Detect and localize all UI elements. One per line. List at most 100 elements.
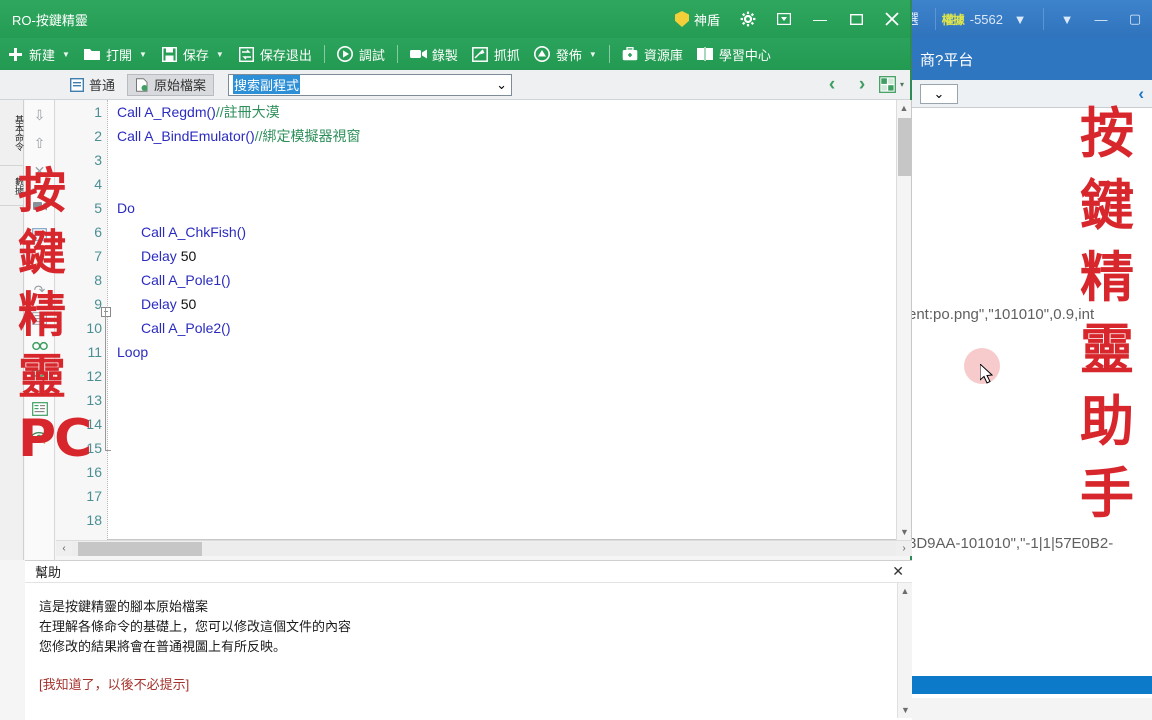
preview-icon[interactable] (29, 426, 51, 448)
scroll-right-icon[interactable]: › (896, 543, 912, 554)
code-line[interactable]: Delay 50 (109, 292, 895, 316)
code-line[interactable] (109, 484, 895, 508)
debug-button[interactable]: 調試 (330, 38, 392, 70)
line-number: 16 (86, 464, 102, 480)
horizontal-scroll-track[interactable] (72, 541, 896, 556)
scroll-left-icon[interactable]: ‹ (56, 543, 72, 554)
sidebar-tab-basic-commands[interactable]: 基本命令 (0, 100, 24, 166)
left-vertical-tabs: 基本命令 數據 (0, 100, 24, 560)
code-line[interactable]: Call A_Pole1() (109, 268, 895, 292)
note-icon[interactable] (29, 223, 51, 245)
code-line[interactable]: Call A_Regdm()//註冊大漠 (109, 100, 895, 124)
tab-normal-label: 普通 (89, 78, 116, 93)
record-button[interactable]: 錄製 (403, 38, 465, 70)
redo-icon[interactable]: ↷ (29, 279, 51, 301)
line-number: 17 (86, 488, 102, 504)
find-replace-icon[interactable] (29, 363, 51, 385)
code-line[interactable]: Call A_BindEmulator()//綁定模擬器視窗 (109, 124, 895, 148)
code-line[interactable]: Delay 50 (109, 244, 895, 268)
book-icon (697, 46, 714, 63)
code-line[interactable] (109, 148, 895, 172)
editor-vertical-scrollbar[interactable]: ▲ ▼ (896, 100, 911, 540)
scroll-down-icon[interactable]: ▼ (898, 702, 913, 718)
watermark-char: 鍵 (1080, 174, 1134, 237)
horizontal-scroll-thumb[interactable] (78, 541, 202, 556)
watermark-char: 按 (1080, 102, 1134, 165)
editor-horizontal-scrollbar[interactable]: ‹ › (56, 540, 912, 556)
nav-next-button[interactable]: › (849, 74, 875, 96)
code-line[interactable]: Call A_Pole2() (109, 316, 895, 340)
shield-button[interactable]: 神盾 (665, 10, 730, 29)
scroll-up-icon[interactable]: ▲ (898, 583, 912, 599)
open-button[interactable]: 打開 ▼ (77, 38, 154, 70)
publish-button[interactable]: 發佈 ▼ (527, 38, 604, 70)
code-editor[interactable]: 123456789101112131415161718 − Call A_Reg… (56, 100, 912, 540)
tab-normal-view[interactable]: 普通 (62, 74, 123, 96)
line-number: 3 (94, 152, 102, 168)
background-minimize-button[interactable]: — (1084, 0, 1118, 38)
chevron-down-icon[interactable]: ▼ (214, 50, 224, 59)
background-dropdown-icon[interactable]: ▼ (1003, 0, 1037, 38)
save-exit-button[interactable]: 保存退出 (231, 38, 319, 70)
background-combo[interactable]: ⌄ (920, 83, 958, 104)
delete-icon[interactable]: ✕ (29, 160, 51, 182)
capture-button[interactable]: 抓抓 (465, 38, 527, 70)
record-icon[interactable] (29, 195, 51, 217)
background-maximize-button[interactable]: ▢ (1118, 0, 1152, 38)
line-number: 15 (86, 440, 102, 456)
code-line[interactable] (109, 364, 895, 388)
line-number: 8 (94, 272, 102, 288)
properties-icon[interactable] (29, 398, 51, 420)
nav-prev-button[interactable]: ‹ (819, 74, 845, 96)
chevron-down-icon[interactable]: ▼ (137, 50, 147, 59)
chevron-down-icon[interactable]: ▾ (898, 80, 904, 89)
save-button[interactable]: 保存 ▼ (154, 38, 231, 70)
list-icon[interactable] (29, 307, 51, 329)
move-up-icon[interactable]: ⇧ (29, 132, 51, 154)
tab-source-file[interactable]: 原始檔案 (127, 73, 215, 96)
chevron-left-icon[interactable]: ‹ (1138, 84, 1144, 104)
move-down-icon[interactable]: ⇩ (29, 104, 51, 126)
help-vertical-scrollbar[interactable]: ▲ ▼ (897, 583, 912, 718)
scroll-down-icon[interactable]: ▼ (897, 524, 912, 540)
code-line[interactable] (109, 412, 895, 436)
editor-icon-toolbar: ⇩ ⇧ ✕ ↷ (25, 100, 55, 560)
settings-button[interactable] (730, 0, 766, 38)
code-line[interactable]: Loop (109, 340, 895, 364)
layout-grid-button[interactable]: ▾ (879, 76, 904, 93)
record-label: 錄製 (431, 47, 458, 63)
normal-view-icon (69, 77, 85, 92)
find-icon[interactable] (29, 335, 51, 357)
sidebar-tab-data[interactable]: 數據 (0, 166, 24, 206)
learning-center-button[interactable]: 學習中心 (690, 38, 778, 70)
chevron-down-icon[interactable]: ▼ (60, 50, 70, 59)
new-button[interactable]: 新建 ▼ (0, 38, 77, 70)
minimize-to-tray-button[interactable] (766, 0, 802, 38)
editor-topbar: 普通 原始檔案 搜索副程式 ⌄ ‹ › ▾ (0, 70, 910, 100)
scroll-up-icon[interactable]: ▲ (897, 100, 911, 116)
chevron-down-icon[interactable]: ▼ (587, 50, 597, 59)
code-line[interactable] (109, 460, 895, 484)
resource-library-button[interactable]: 資源庫 (615, 38, 690, 70)
code-line[interactable] (109, 508, 895, 532)
close-button[interactable] (874, 0, 910, 38)
procedure-search-combo[interactable]: 搜索副程式 ⌄ (228, 73, 513, 96)
chevron-down-icon[interactable]: ⌄ (496, 77, 507, 93)
main-toolbar: 新建 ▼ 打開 ▼ 保存 ▼ 保存退出 調試 錄製 抓抓 發佈 ▼ 資源庫 學習… (0, 38, 910, 70)
titlebar: RO-按鍵精靈 神盾 — (0, 0, 910, 38)
code-line[interactable] (109, 172, 895, 196)
background-tray-button[interactable]: ▼ (1050, 0, 1084, 38)
scissors-icon[interactable] (29, 251, 51, 273)
maximize-button[interactable] (838, 0, 874, 38)
help-dismiss-link[interactable]: [我知道了，以後不必提示] (39, 657, 912, 695)
close-icon[interactable]: ✕ (892, 563, 904, 580)
code-line[interactable]: Call A_ChkFish() (109, 220, 895, 244)
background-separator (934, 8, 936, 30)
code-line[interactable] (109, 388, 895, 412)
window-title: RO-按鍵精靈 (12, 12, 88, 28)
code-text-area[interactable]: Call A_Regdm()//註冊大漠 Call A_BindEmulator(… (109, 100, 895, 540)
code-line[interactable] (109, 436, 895, 460)
minimize-button[interactable]: — (802, 0, 838, 38)
vertical-scroll-thumb[interactable] (898, 118, 911, 176)
code-line[interactable]: Do (109, 196, 895, 220)
